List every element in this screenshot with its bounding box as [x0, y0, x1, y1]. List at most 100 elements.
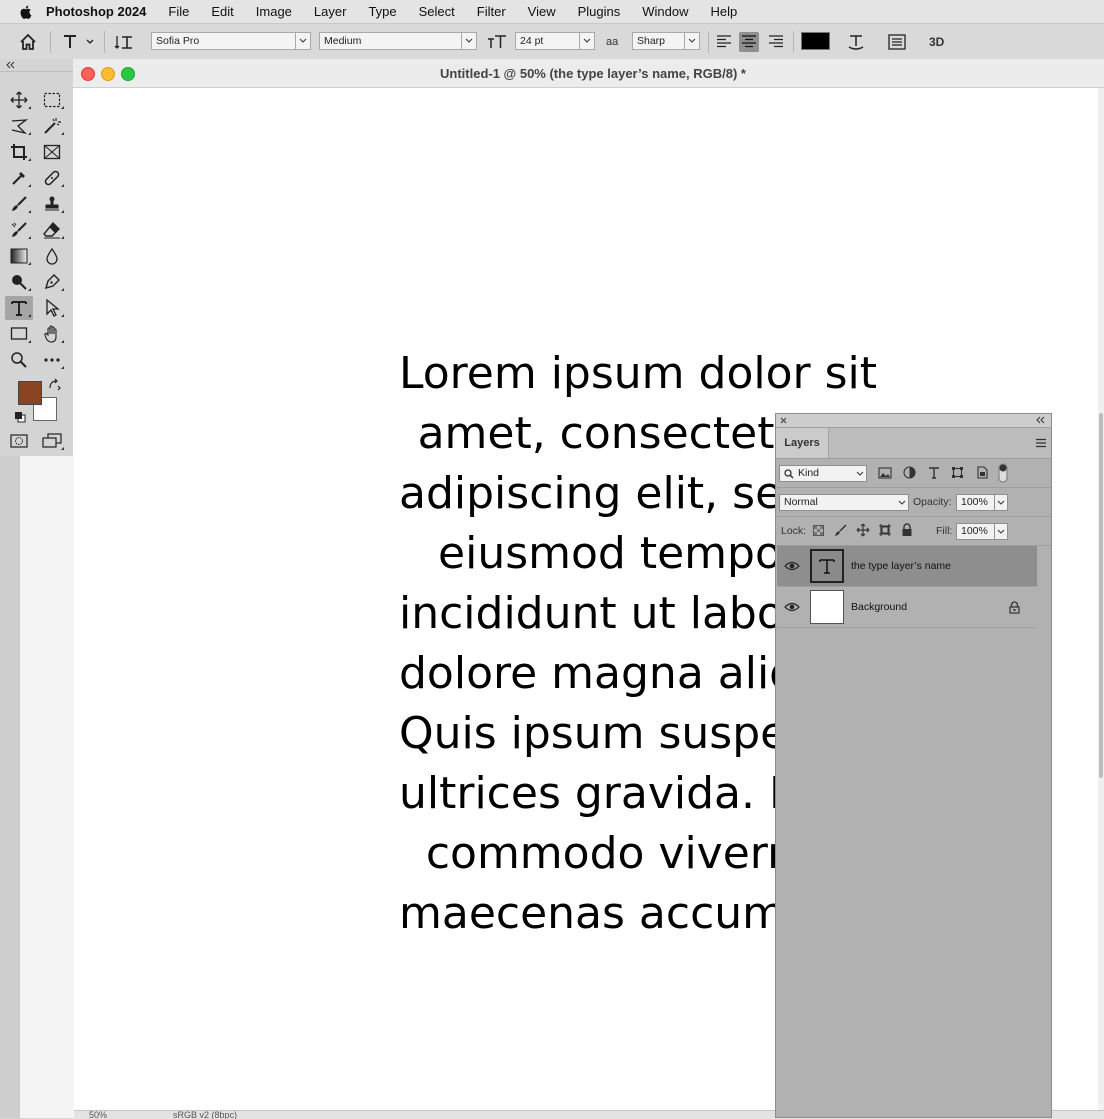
- panel-menu-icon[interactable]: [1035, 438, 1047, 448]
- text-layer-thumbnail[interactable]: [810, 549, 844, 583]
- menu-view[interactable]: View: [528, 4, 556, 19]
- antialias-select[interactable]: Sharp: [632, 32, 700, 50]
- type-tool-icon[interactable]: [5, 296, 33, 320]
- lock-all-icon[interactable]: [901, 523, 913, 537]
- menu-layer[interactable]: Layer: [314, 4, 347, 19]
- quick-mask-icon[interactable]: [5, 429, 33, 453]
- text-color-swatch[interactable]: [801, 32, 830, 50]
- collapse-icon[interactable]: [5, 61, 15, 69]
- lasso-tool-icon[interactable]: [5, 114, 33, 138]
- menu-type[interactable]: Type: [368, 4, 396, 19]
- character-panel-icon[interactable]: [887, 32, 907, 52]
- eraser-tool-icon[interactable]: [38, 218, 66, 242]
- font-size-value: 24 pt: [520, 35, 544, 47]
- marquee-tool-icon[interactable]: [38, 88, 66, 112]
- apple-icon[interactable]: [18, 4, 34, 20]
- close-icon[interactable]: [780, 417, 787, 424]
- text-line: amet, consectetur: [417, 408, 821, 459]
- lock-position-icon[interactable]: [856, 523, 870, 537]
- type-layer-icon: [819, 559, 835, 574]
- eyedropper-tool-icon[interactable]: [5, 166, 33, 190]
- font-size-icon: [487, 32, 507, 52]
- warp-text-icon[interactable]: [846, 32, 866, 52]
- menu-select[interactable]: Select: [419, 4, 455, 19]
- text-line: adipiscing elit, sed do: [399, 468, 879, 519]
- pen-tool-icon[interactable]: [38, 270, 66, 294]
- zoom-tool-icon[interactable]: [5, 348, 33, 372]
- gradient-tool-icon[interactable]: [5, 244, 33, 268]
- dodge-tool-icon[interactable]: [5, 270, 33, 294]
- menu-edit[interactable]: Edit: [211, 4, 233, 19]
- magic-wand-tool-icon[interactable]: [38, 114, 66, 138]
- menu-window[interactable]: Window: [642, 4, 688, 19]
- font-style-select[interactable]: Medium: [319, 32, 477, 50]
- layers-panel-header[interactable]: [776, 414, 1051, 428]
- home-icon[interactable]: [18, 32, 38, 52]
- default-colors-icon[interactable]: [14, 411, 26, 423]
- tab-layers[interactable]: Layers: [776, 428, 829, 458]
- blur-tool-icon[interactable]: [38, 244, 66, 268]
- hand-tool-icon[interactable]: [38, 322, 66, 346]
- path-selection-tool-icon[interactable]: [38, 296, 66, 320]
- layer-name[interactable]: the type layer’s name: [851, 560, 951, 572]
- menu-filter[interactable]: Filter: [477, 4, 506, 19]
- align-right-icon[interactable]: [766, 32, 786, 52]
- lock-artboard-icon[interactable]: [878, 523, 892, 537]
- background-layer-thumbnail[interactable]: [810, 590, 844, 624]
- chevron-down-icon: [295, 33, 310, 49]
- opacity-input[interactable]: 100%: [956, 494, 1008, 511]
- filter-smart-object-icon[interactable]: [975, 466, 988, 479]
- screen-mode-icon[interactable]: [38, 429, 66, 453]
- chevron-down-icon: [461, 33, 476, 49]
- filter-toggle-switch[interactable]: [998, 463, 1008, 483]
- layer-filter-select[interactable]: Kind: [779, 465, 867, 482]
- crop-tool-icon[interactable]: [5, 140, 33, 164]
- lock-image-pixels-icon[interactable]: [834, 524, 847, 537]
- filter-shape-icon[interactable]: [951, 466, 964, 479]
- frame-tool-icon[interactable]: [38, 140, 66, 164]
- menu-plugins[interactable]: Plugins: [578, 4, 621, 19]
- fill-label: Fill:: [936, 525, 953, 537]
- history-brush-tool-icon[interactable]: [5, 218, 33, 242]
- font-size-input[interactable]: 24 pt: [515, 32, 595, 50]
- menu-file[interactable]: File: [168, 4, 189, 19]
- visibility-eye-icon[interactable]: [784, 600, 800, 614]
- layer-row-background[interactable]: Background: [777, 587, 1037, 628]
- scrollbar-thumb[interactable]: [1099, 413, 1103, 778]
- move-tool-icon[interactable]: [5, 88, 33, 112]
- foreground-color-swatch[interactable]: [18, 381, 42, 405]
- vertical-scrollbar[interactable]: [1098, 88, 1104, 1110]
- font-family-select[interactable]: Sofia Pro: [151, 32, 311, 50]
- filter-adjustment-icon[interactable]: [903, 466, 916, 479]
- clone-stamp-tool-icon[interactable]: [38, 192, 66, 216]
- chevron-down-icon: [579, 33, 594, 49]
- align-center-icon[interactable]: [739, 32, 759, 52]
- layer-name[interactable]: Background: [851, 601, 907, 613]
- filter-pixel-icon[interactable]: [878, 467, 892, 479]
- rectangle-tool-icon[interactable]: [5, 322, 33, 346]
- chevron-down-icon: [994, 495, 1007, 510]
- type-tool-preset-picker[interactable]: [60, 32, 98, 52]
- lock-label: Lock:: [781, 525, 807, 537]
- collapse-icon[interactable]: [1035, 416, 1045, 424]
- 3d-button[interactable]: 3D: [929, 24, 944, 59]
- menu-image[interactable]: Image: [256, 4, 292, 19]
- swap-colors-icon[interactable]: [48, 378, 62, 392]
- document-title: Untitled-1 @ 50% (the type layer’s name,…: [440, 66, 746, 81]
- blend-mode-select[interactable]: Normal: [779, 494, 909, 511]
- text-layer-content[interactable]: Lorem ipsum dolor sit amet, consectetur …: [399, 344, 928, 944]
- filter-type-icon[interactable]: [928, 466, 940, 479]
- align-left-icon[interactable]: [714, 32, 734, 52]
- text-orientation-icon[interactable]: [114, 32, 134, 52]
- healing-brush-tool-icon[interactable]: [38, 166, 66, 190]
- more-tools-icon[interactable]: [38, 348, 66, 372]
- lock-icon[interactable]: [1009, 601, 1020, 614]
- app-name-menu[interactable]: Photoshop 2024: [46, 4, 146, 19]
- layer-row-text[interactable]: the type layer’s name: [777, 546, 1037, 587]
- visibility-eye-icon[interactable]: [784, 559, 800, 573]
- lock-transparent-pixels-icon[interactable]: [813, 525, 824, 536]
- tools-panel-header[interactable]: [0, 59, 73, 72]
- fill-input[interactable]: 100%: [956, 523, 1008, 540]
- menu-help[interactable]: Help: [711, 4, 738, 19]
- brush-tool-icon[interactable]: [5, 192, 33, 216]
